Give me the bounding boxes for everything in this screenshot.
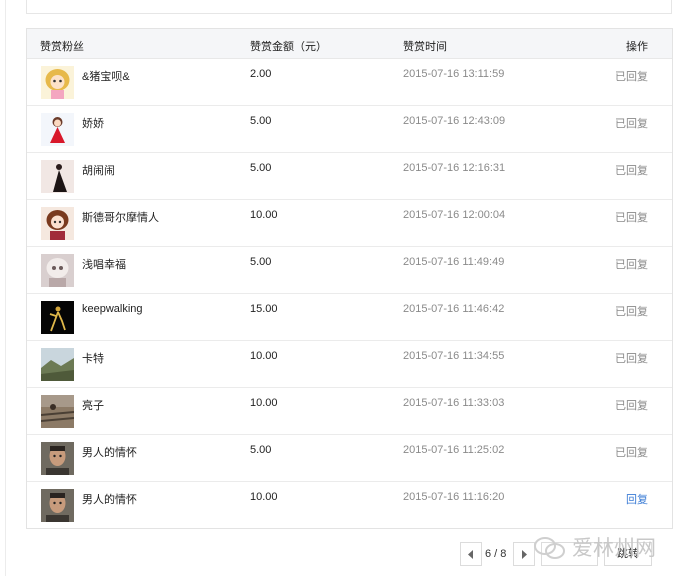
amount-value: 10.00 [250, 397, 278, 409]
header-action: 操作 [626, 41, 648, 53]
replied-status: 已回复 [615, 259, 648, 271]
time-value: 2015-07-16 11:33:03 [403, 397, 505, 409]
dark-dancer-avatar[interactable] [41, 301, 74, 334]
watermark-text: 爱林州网 [572, 536, 656, 560]
amount-value: 10.00 [250, 350, 278, 362]
table-row: 斯德哥尔摩情人 10.00 2015-07-16 12:00:04 已回复 [27, 200, 672, 247]
fan-name: 斯德哥尔摩情人 [82, 212, 159, 224]
fan-name: 男人的情怀 [82, 494, 137, 506]
page-info: 6 / 8 [485, 548, 507, 560]
fan-name: 娇娇 [82, 118, 104, 130]
fan-name: 浅唱幸福 [82, 259, 126, 271]
time-value: 2015-07-16 13:11:59 [403, 68, 505, 80]
header-fan: 赞赏粉丝 [40, 41, 84, 53]
amount-value: 10.00 [250, 491, 278, 503]
fan-name: 卡特 [82, 353, 104, 365]
arrow-right-icon [522, 550, 527, 559]
header-time: 赞赏时间 [403, 41, 447, 53]
table-row: 浅唱幸福 5.00 2015-07-16 11:49:49 已回复 [27, 247, 672, 294]
time-value: 2015-07-16 11:16:20 [403, 491, 505, 503]
cartoon-girl-avatar[interactable] [41, 66, 74, 99]
arrow-left-icon [468, 550, 473, 559]
replied-status: 已回复 [615, 353, 648, 365]
red-dress-girl-avatar[interactable] [41, 113, 74, 146]
table-row: 男人的情怀 10.00 2015-07-16 11:16:20 回复 [27, 482, 672, 529]
replied-status: 已回复 [615, 447, 648, 459]
table-row: 卡特 10.00 2015-07-16 11:34:55 已回复 [27, 341, 672, 388]
replied-status: 已回复 [615, 71, 648, 83]
time-value: 2015-07-16 11:25:02 [403, 444, 505, 456]
fan-name: keepwalking [82, 303, 143, 315]
time-value: 2015-07-16 12:00:04 [403, 209, 506, 221]
fan-name: 亮子 [82, 400, 104, 412]
amount-value: 5.00 [250, 162, 272, 174]
replied-status: 已回复 [615, 400, 648, 412]
fan-name: 胡闹闹 [82, 165, 115, 177]
time-value: 2015-07-16 11:46:42 [403, 303, 505, 315]
header-amount: 赞赏金额（元） [250, 41, 327, 53]
table-row: 娇娇 5.00 2015-07-16 12:43:09 已回复 [27, 106, 672, 153]
time-value: 2015-07-16 12:16:31 [403, 162, 506, 174]
time-value: 2015-07-16 12:43:09 [403, 115, 506, 127]
black-dress-avatar[interactable] [41, 160, 74, 193]
replied-status: 已回复 [615, 306, 648, 318]
table-header: 赞赏粉丝 赞赏金额（元） 赞赏时间 操作 [27, 29, 672, 59]
previous-panel-bottom [26, 0, 672, 14]
table-row: 胡闹闹 5.00 2015-07-16 12:16:31 已回复 [27, 153, 672, 200]
landscape-avatar[interactable] [41, 348, 74, 381]
replied-status: 已回复 [615, 165, 648, 177]
time-value: 2015-07-16 11:34:55 [403, 350, 505, 362]
replied-status: 已回复 [615, 212, 648, 224]
man-portrait-avatar[interactable] [41, 442, 74, 475]
table-row: 亮子 10.00 2015-07-16 11:33:03 已回复 [27, 388, 672, 435]
left-panel-edge [0, 0, 6, 576]
reply-link[interactable]: 回复 [626, 491, 648, 507]
amount-value: 2.00 [250, 68, 272, 80]
appreciation-table: 赞赏粉丝 赞赏金额（元） 赞赏时间 操作 &猪宝呗& 2.00 2015-07-… [26, 28, 673, 529]
man-portrait-avatar[interactable] [41, 489, 74, 522]
amount-value: 5.00 [250, 115, 272, 127]
table-row: 男人的情怀 5.00 2015-07-16 11:25:02 已回复 [27, 435, 672, 482]
amount-value: 5.00 [250, 444, 272, 456]
railway-avatar[interactable] [41, 395, 74, 428]
amount-value: 10.00 [250, 209, 278, 221]
next-page-button[interactable] [513, 542, 535, 566]
doll-avatar[interactable] [41, 254, 74, 287]
table-row: &猪宝呗& 2.00 2015-07-16 13:11:59 已回复 [27, 59, 672, 106]
table-row: keepwalking 15.00 2015-07-16 11:46:42 已回… [27, 294, 672, 341]
amount-value: 15.00 [250, 303, 278, 315]
time-value: 2015-07-16 11:49:49 [403, 256, 505, 268]
amount-value: 5.00 [250, 256, 272, 268]
prev-page-button[interactable] [460, 542, 482, 566]
fan-name: &猪宝呗& [82, 71, 130, 83]
anime-girl-avatar[interactable] [41, 207, 74, 240]
wechat-watermark-icon [534, 537, 565, 559]
replied-status: 已回复 [615, 118, 648, 130]
fan-name: 男人的情怀 [82, 447, 137, 459]
